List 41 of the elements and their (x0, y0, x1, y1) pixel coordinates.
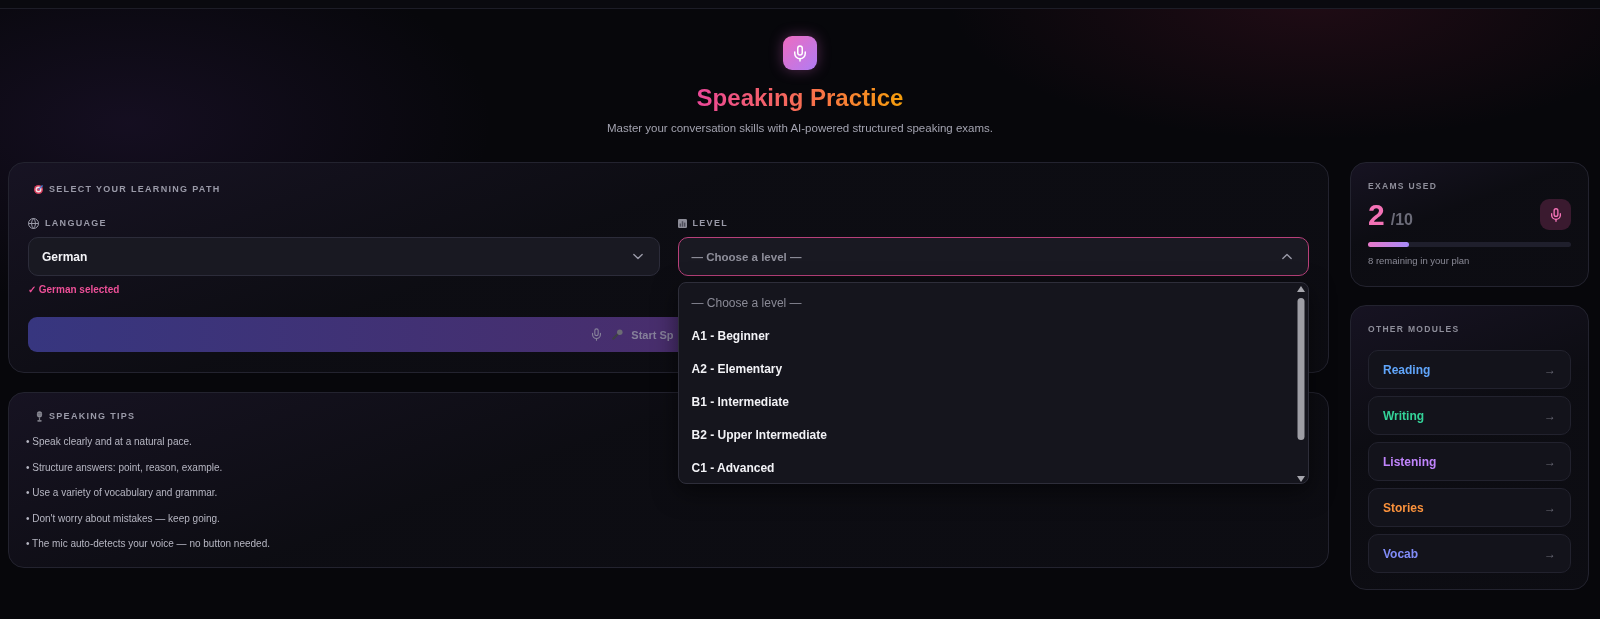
dropdown-option[interactable]: C1 - Advanced (678, 451, 1296, 483)
module-link[interactable]: Reading → (1368, 350, 1571, 389)
tip-text: • Structure answers: point, reason, example. (26, 460, 223, 475)
tip-text: • Use a variety of vocabulary and grammar. (26, 486, 218, 500)
module-link[interactable]: Stories → (1368, 488, 1571, 527)
dropdown-option[interactable]: B2 - Upper Intermediate (678, 418, 1296, 451)
page-subtitle: Master your conversation skills with AI-powered structured speaking exams. (606, 121, 994, 136)
tip-text: • Speak clearly and at a natural pace. (26, 435, 192, 449)
arrow-icon: → (1544, 454, 1556, 469)
language-select[interactable]: German (28, 237, 660, 276)
arrow-icon: → (1544, 408, 1556, 423)
level-select[interactable]: — Choose a level — (677, 237, 1309, 276)
dropdown-option[interactable]: B1 - Intermediate (678, 385, 1296, 418)
field-label: LEVEL (692, 217, 728, 230)
module-link[interactable]: Writing → (1368, 396, 1571, 435)
arrow-icon: → (1544, 362, 1556, 377)
handheld-microphone-icon (612, 329, 624, 340)
confirmation-text: ✓ German selected (28, 283, 120, 297)
card-title: OTHER MODULES (1368, 323, 1460, 335)
bar-chart-icon (677, 218, 687, 228)
total-count: /10 (1390, 211, 1413, 229)
arrow-icon: → (1544, 546, 1556, 561)
section-title: SPEAKING TIPS (49, 410, 136, 423)
globe-icon (28, 217, 39, 229)
target-icon (34, 184, 43, 194)
tip-text: • Don't worry about mistakes — keep going. (26, 511, 220, 526)
microphone-icon (36, 410, 43, 422)
remaining-text: 8 remaining in your plan (1368, 255, 1470, 267)
microphone-icon (783, 36, 817, 70)
used-count: 2 (1368, 199, 1385, 230)
tip-text: • The mic auto-detects your voice — no button needed. (26, 537, 270, 551)
microphone-icon (1540, 199, 1571, 230)
card-title: EXAMS USED (1368, 180, 1438, 192)
microphone-icon (592, 328, 602, 341)
module-link[interactable]: Vocab → (1368, 534, 1571, 573)
module-link[interactable]: Listening → (1368, 442, 1571, 481)
dropdown-option[interactable]: A1 - Beginner (678, 319, 1296, 352)
field-label: LANGUAGE (45, 217, 107, 230)
dropdown-option[interactable]: A2 - Elementary (678, 352, 1296, 385)
section-title: SELECT YOUR LEARNING PATH (49, 183, 221, 196)
arrow-icon: → (1544, 500, 1556, 515)
